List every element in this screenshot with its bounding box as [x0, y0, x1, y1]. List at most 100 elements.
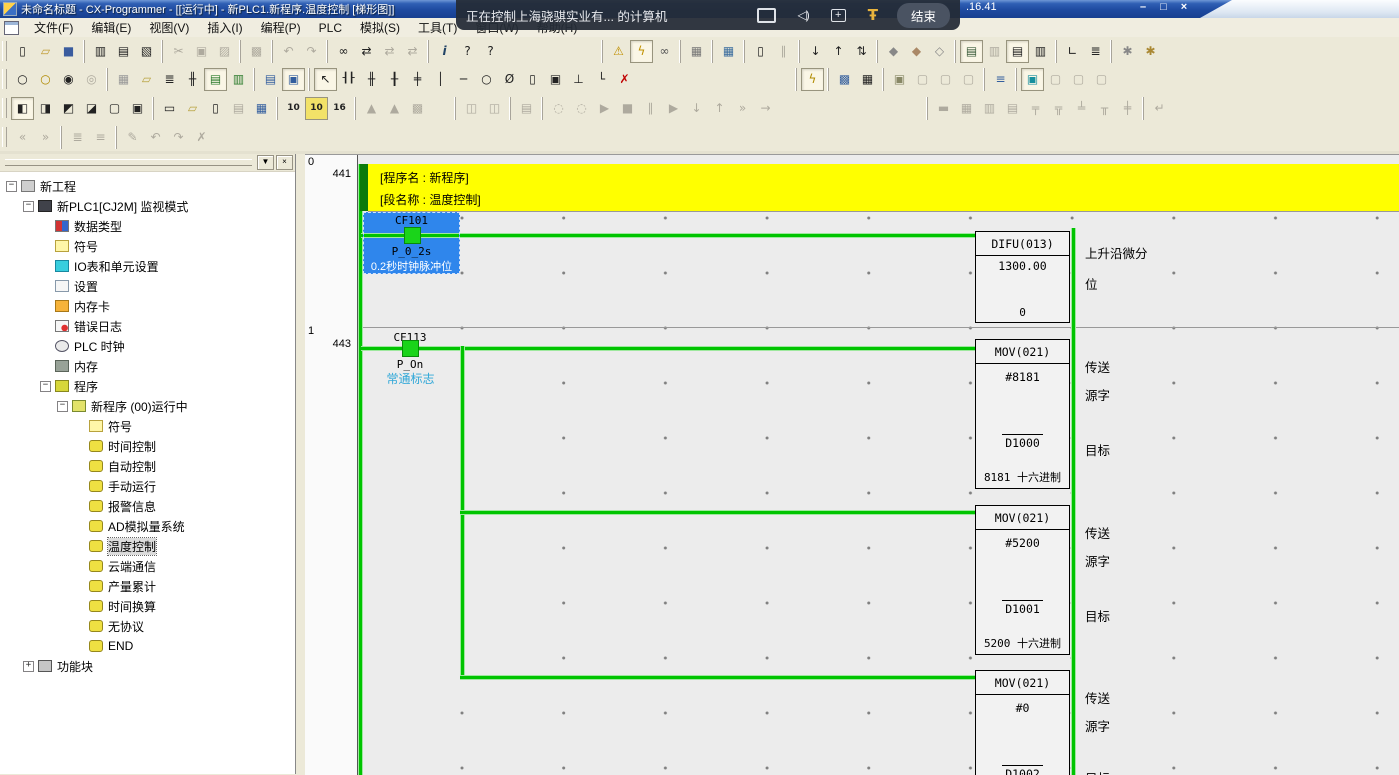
delete-icon[interactable]: ✗ — [613, 68, 636, 91]
align-list-icon[interactable]: ≣ — [66, 126, 89, 149]
io-mem-4-icon[interactable]: ▤ — [1001, 97, 1024, 120]
tree-item[interactable]: 手动运行 — [0, 476, 295, 496]
mov-instruction-1[interactable]: MOV(021) #8181 D1000 8181 十六进制 — [975, 339, 1070, 489]
tree-item[interactable]: 云端通信 — [0, 556, 295, 576]
new-contact-icon[interactable]: ┨┠ — [337, 68, 360, 91]
tree-expander-icon[interactable]: + — [23, 661, 34, 672]
tree-item[interactable]: 内存 — [0, 356, 295, 376]
plc-mode-icon[interactable]: ▦ — [717, 40, 740, 63]
io-align-5-icon[interactable]: ╪ — [1116, 97, 1139, 120]
undo-icon[interactable]: ↶ — [277, 40, 300, 63]
time-chart-monitor-icon[interactable]: ≣ — [1084, 40, 1107, 63]
mov-instruction-2[interactable]: MOV(021) #5200 D1001 5200 十六进制 — [975, 505, 1070, 655]
tree-item[interactable]: 时间控制 — [0, 436, 295, 456]
select-mode-icon[interactable]: ↖ — [314, 68, 337, 91]
workspace-toggle-icon[interactable]: ◧ — [11, 97, 34, 120]
sim-stop-icon[interactable]: ■ — [616, 97, 639, 120]
print-icon[interactable]: ▤ — [112, 40, 135, 63]
transfer-to-plc-icon[interactable]: ↓ — [804, 40, 827, 63]
tree-item[interactable]: PLC 时钟 — [0, 336, 295, 356]
print-preview-icon[interactable]: ▧ — [135, 40, 158, 63]
memory-window-icon[interactable]: ▦ — [250, 97, 273, 120]
cancel-online-edit-icon[interactable]: ▢ — [957, 68, 980, 91]
memory-view-icon[interactable]: ▥ — [983, 40, 1006, 63]
menu-item[interactable]: 文件(F) — [25, 17, 82, 38]
rung-compress-icon[interactable]: ╫ — [181, 68, 204, 91]
local-symbols-icon[interactable]: ▢ — [103, 97, 126, 120]
mdi-child-icon[interactable] — [4, 21, 19, 35]
tree-item[interactable]: − 新工程 — [0, 176, 295, 196]
toolbar-grip[interactable] — [2, 69, 7, 89]
rung-wrap-icon[interactable]: ≣ — [158, 68, 181, 91]
minimize-button[interactable]: – — [1140, 1, 1146, 13]
new-instruction-set-icon[interactable]: ▣ — [544, 68, 567, 91]
work-online-icon[interactable]: ϟ — [630, 40, 653, 63]
tree-item[interactable]: 报警信息 — [0, 496, 295, 516]
vertical-line-icon[interactable]: │ — [429, 68, 452, 91]
menu-item[interactable]: 插入(I) — [198, 17, 251, 38]
outdent-icon[interactable]: « — [11, 126, 34, 149]
set-protection-icon[interactable]: ✱ — [1116, 40, 1139, 63]
copy-icon[interactable]: ▣ — [190, 40, 213, 63]
restore-button[interactable]: □ — [1160, 1, 1167, 13]
sim-mode-icon[interactable]: ◌ — [547, 97, 570, 120]
paste-special-icon[interactable]: ▩ — [245, 40, 268, 63]
help-icon[interactable]: ? — [456, 40, 479, 63]
online-edit-calendar-icon[interactable]: ▦ — [856, 68, 879, 91]
save-project-icon[interactable]: ■ — [57, 40, 80, 63]
annotate-icon[interactable]: + — [831, 9, 846, 22]
sim-scan-icon[interactable]: ◌ — [570, 97, 593, 120]
tree-item[interactable]: 温度控制 — [0, 536, 295, 556]
cut-icon[interactable]: ✂ — [167, 40, 190, 63]
pane-splitter[interactable] — [296, 154, 305, 774]
close-button[interactable]: × — [1181, 1, 1187, 13]
sim-step-icon[interactable]: ▶ — [662, 97, 685, 120]
ladder-view-icon[interactable]: ▣ — [282, 68, 305, 91]
redo-mark-icon[interactable]: ↷ — [167, 126, 190, 149]
function-block-list-icon[interactable]: ≡ — [989, 68, 1012, 91]
force-on-icon[interactable]: ◆ — [882, 40, 905, 63]
monitor-hex-icon[interactable]: 16 — [328, 97, 351, 120]
pen-mark-icon[interactable]: ✎ — [121, 126, 144, 149]
io-monitor-view-icon[interactable]: ▤ — [1006, 40, 1029, 63]
force-status-3-icon[interactable]: ▩ — [406, 97, 429, 120]
show-comments-icon[interactable]: ▣ — [1021, 68, 1044, 91]
tree-item[interactable]: 错误日志 — [0, 316, 295, 336]
align-top-icon[interactable]: ≡ — [89, 126, 112, 149]
replace-icon[interactable]: ⇄ — [378, 40, 401, 63]
sim-step-out-icon[interactable]: ↑ — [708, 97, 731, 120]
force-cancel-icon[interactable]: ◇ — [928, 40, 951, 63]
workspace-dropdown-icon[interactable]: ▼ — [257, 155, 274, 170]
pause-monitoring-icon[interactable]: ▯ — [749, 40, 772, 63]
indent-icon[interactable]: » — [34, 126, 57, 149]
watch-toggle-icon[interactable]: ◩ — [57, 97, 80, 120]
toolbar-grip[interactable] — [2, 41, 7, 61]
io-align-3-icon[interactable]: ╧ — [1070, 97, 1093, 120]
pause-icon[interactable]: ∥ — [772, 40, 795, 63]
edit-comment-icon[interactable]: ▣ — [888, 68, 911, 91]
output-toggle-icon[interactable]: ◨ — [34, 97, 57, 120]
io-table-window-icon[interactable]: ▤ — [227, 97, 250, 120]
tree-item[interactable]: 产量累计 — [0, 576, 295, 596]
tree-item[interactable]: 时间换算 — [0, 596, 295, 616]
line-mode-icon[interactable]: └ — [590, 68, 613, 91]
menu-item[interactable]: 编程(P) — [252, 17, 310, 38]
change-model-icon[interactable]: ▥ — [89, 40, 112, 63]
edit-extra-1-icon[interactable]: ▢ — [1044, 68, 1067, 91]
force-off-icon[interactable]: ◆ — [905, 40, 928, 63]
open-project-icon[interactable]: ▱ — [34, 40, 57, 63]
begin-online-edit-icon[interactable]: ▢ — [911, 68, 934, 91]
new-project-icon[interactable]: ▯ — [11, 40, 34, 63]
io-align-2-icon[interactable]: ╦ — [1047, 97, 1070, 120]
io-mem-1-icon[interactable]: ▬ — [932, 97, 955, 120]
compare-with-plc-icon[interactable]: ⇅ — [850, 40, 873, 63]
online-edit-rungs-icon[interactable]: ϟ — [801, 68, 824, 91]
remote-tools-icon[interactable]: Ŧ — [868, 6, 878, 24]
tree-item[interactable]: − 新程序 (00)运行中 — [0, 396, 295, 416]
tree-item[interactable]: 符号 — [0, 236, 295, 256]
tree-item[interactable]: 无协议 — [0, 616, 295, 636]
tree-item[interactable]: 内存卡 — [0, 296, 295, 316]
address-ref-toggle-icon[interactable]: ▣ — [126, 97, 149, 120]
invert-instruction-icon[interactable]: ⊥ — [567, 68, 590, 91]
new-coil-icon[interactable]: ○ — [475, 68, 498, 91]
